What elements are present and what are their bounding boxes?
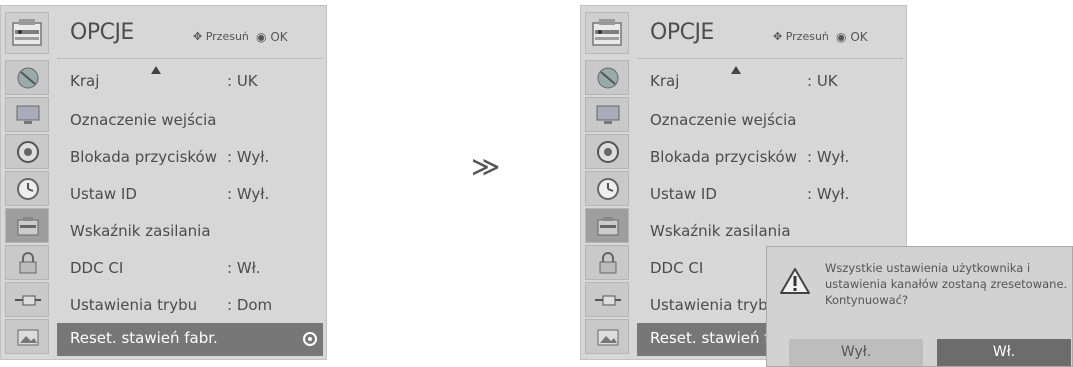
menu-item-country[interactable]: Kraj : UK (637, 66, 903, 99)
dialog-yes-button[interactable]: Wł. (937, 339, 1071, 366)
options-header-icon (585, 12, 629, 54)
selected-radio-icon (303, 332, 317, 346)
next-step-symbol: ≫ (471, 150, 501, 183)
move-hint: ✥ Przesuń (773, 30, 829, 43)
lock-icon[interactable] (5, 245, 49, 280)
monitor-icon[interactable] (5, 97, 49, 132)
item-label: DDC CI (650, 259, 704, 277)
clock-icon[interactable] (5, 171, 49, 206)
menu-item-mode-setting[interactable]: Ustawienia trybu : Dom (57, 290, 323, 323)
item-label: Wskaźnik zasilania (70, 222, 211, 240)
menu-item-key-lock[interactable]: Blokada przycisków : Wył. (637, 142, 903, 175)
speaker-icon[interactable] (585, 134, 629, 169)
menu-item-country[interactable]: Kraj : UK (57, 66, 323, 99)
item-value: : Wył. (807, 185, 850, 203)
menu-title: OPCJE (650, 20, 714, 45)
speaker-icon[interactable] (5, 134, 49, 169)
menu-item-factory-reset[interactable]: Reset. stawień fabr. (57, 323, 323, 356)
menu-item-set-id[interactable]: Ustaw ID : Wył. (57, 179, 323, 212)
move-arrows-icon: ✥ (773, 30, 783, 43)
reset-confirm-dialog: Wszystkie ustawienia użytkownika i ustaw… (766, 246, 1073, 367)
item-label: Oznaczenie wejścia (70, 111, 217, 129)
input-plug-icon[interactable] (5, 282, 49, 317)
item-label: Ustaw ID (70, 185, 137, 203)
options-header-icon (5, 12, 49, 54)
ok-hint: ◉ OK (836, 30, 868, 44)
item-label: Kraj (70, 72, 100, 90)
header-divider (57, 58, 323, 59)
satellite-icon[interactable] (585, 60, 629, 95)
picture-icon[interactable] (585, 319, 629, 354)
item-label: Wskaźnik zasilania (650, 222, 791, 240)
ok-button-icon: ◉ (256, 30, 267, 44)
satellite-icon[interactable] (5, 60, 49, 95)
menu-item-input-label[interactable]: Oznaczenie wejścia (57, 105, 323, 138)
item-value: : Wył. (227, 148, 270, 166)
item-label: Ustawienia trybu (650, 296, 778, 314)
ok-hint: ◉ OK (256, 30, 288, 44)
item-label: DDC CI (70, 259, 124, 277)
menu-item-input-label[interactable]: Oznaczenie wejścia (637, 105, 903, 138)
category-sidebar (585, 60, 629, 356)
menu-item-power-indicator[interactable]: Wskaźnik zasilania (57, 216, 323, 249)
warning-icon (779, 267, 811, 299)
item-label: Kraj (650, 72, 680, 90)
move-arrows-icon: ✥ (193, 30, 203, 43)
options-icon[interactable] (5, 208, 49, 243)
options-icon[interactable] (585, 208, 629, 243)
item-value: : Wył. (807, 148, 850, 166)
move-hint: ✥ Przesuń (193, 30, 249, 43)
input-plug-icon[interactable] (585, 282, 629, 317)
monitor-icon[interactable] (585, 97, 629, 132)
options-menu-left: OPCJE ✥ Przesuń ◉ OK Kraj : UK Oznaczenie… (0, 5, 327, 360)
item-label: Oznaczenie wejścia (650, 111, 797, 129)
category-sidebar (5, 60, 49, 356)
item-value: : UK (807, 72, 838, 90)
item-label: Ustawienia trybu (70, 296, 198, 314)
item-value: : UK (227, 72, 258, 90)
item-value: : Wł. (227, 259, 261, 277)
item-label: Reset. stawień fabr. (70, 329, 218, 347)
clock-icon[interactable] (585, 171, 629, 206)
menu-header: OPCJE ✥ Przesuń ◉ OK (581, 6, 906, 58)
dialog-message: Wszystkie ustawienia użytkownika i ustaw… (825, 261, 1068, 307)
menu-item-key-lock[interactable]: Blokada przycisków : Wył. (57, 142, 323, 175)
header-divider (637, 58, 903, 59)
item-value: : Wył. (227, 185, 270, 203)
menu-item-power-indicator[interactable]: Wskaźnik zasilania (637, 216, 903, 249)
menu-item-set-id[interactable]: Ustaw ID : Wył. (637, 179, 903, 212)
dialog-no-button[interactable]: Wył. (789, 339, 923, 366)
menu-header: OPCJE ✥ Przesuń ◉ OK (1, 6, 326, 58)
item-value: : Dom (227, 296, 273, 314)
lock-icon[interactable] (585, 245, 629, 280)
item-label: Blokada przycisków (70, 148, 217, 166)
picture-icon[interactable] (5, 319, 49, 354)
menu-title: OPCJE (70, 20, 134, 45)
item-label: Ustaw ID (650, 185, 717, 203)
menu-item-ddc-ci[interactable]: DDC CI : Wł. (57, 253, 323, 286)
ok-button-icon: ◉ (836, 30, 847, 44)
item-label: Blokada przycisków (650, 148, 797, 166)
